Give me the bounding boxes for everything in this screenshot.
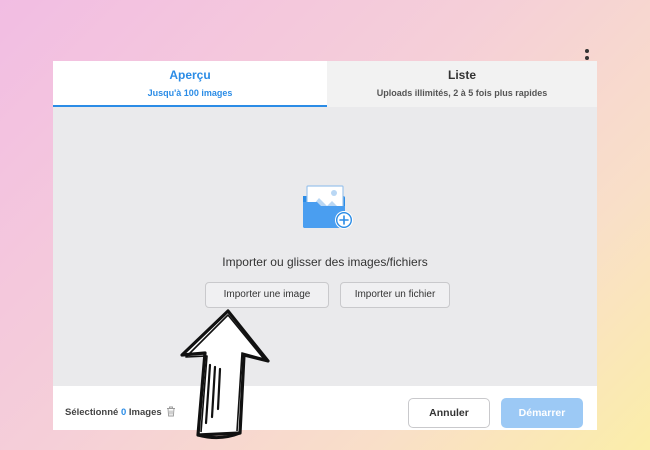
selected-prefix: Sélectionné (65, 407, 119, 418)
upload-dialog: Aperçu Jusqu'à 100 images Liste Uploads … (53, 61, 597, 430)
drop-instruction: Importer ou glisser des images/fichiers (222, 255, 428, 269)
hand-drawn-arrow (180, 309, 270, 440)
start-button[interactable]: Démarrer (501, 398, 583, 428)
tab-apercu-title: Aperçu (169, 68, 211, 82)
folder-image-plus-icon (303, 185, 353, 229)
cancel-button[interactable]: Annuler (408, 398, 490, 428)
dialog-footer: Sélectionné 0 Images Annuler Démarrer (53, 386, 597, 430)
selected-count: 0 (120, 407, 127, 418)
tab-liste[interactable]: Liste Uploads illimités, 2 à 5 fois plus… (327, 61, 597, 107)
tab-apercu-subtitle: Jusqu'à 100 images (147, 88, 233, 98)
import-file-button[interactable]: Importer un fichier (340, 282, 450, 308)
tab-liste-subtitle: Uploads illimités, 2 à 5 fois plus rapid… (376, 88, 548, 98)
tab-bar: Aperçu Jusqu'à 100 images Liste Uploads … (53, 61, 597, 107)
selected-suffix: Images (128, 407, 162, 418)
selection-status: Sélectionné 0 Images (65, 406, 176, 418)
drop-zone[interactable]: Importer ou glisser des images/fichiers … (53, 107, 597, 386)
tab-apercu[interactable]: Aperçu Jusqu'à 100 images (53, 61, 327, 107)
tab-liste-title: Liste (447, 68, 476, 82)
